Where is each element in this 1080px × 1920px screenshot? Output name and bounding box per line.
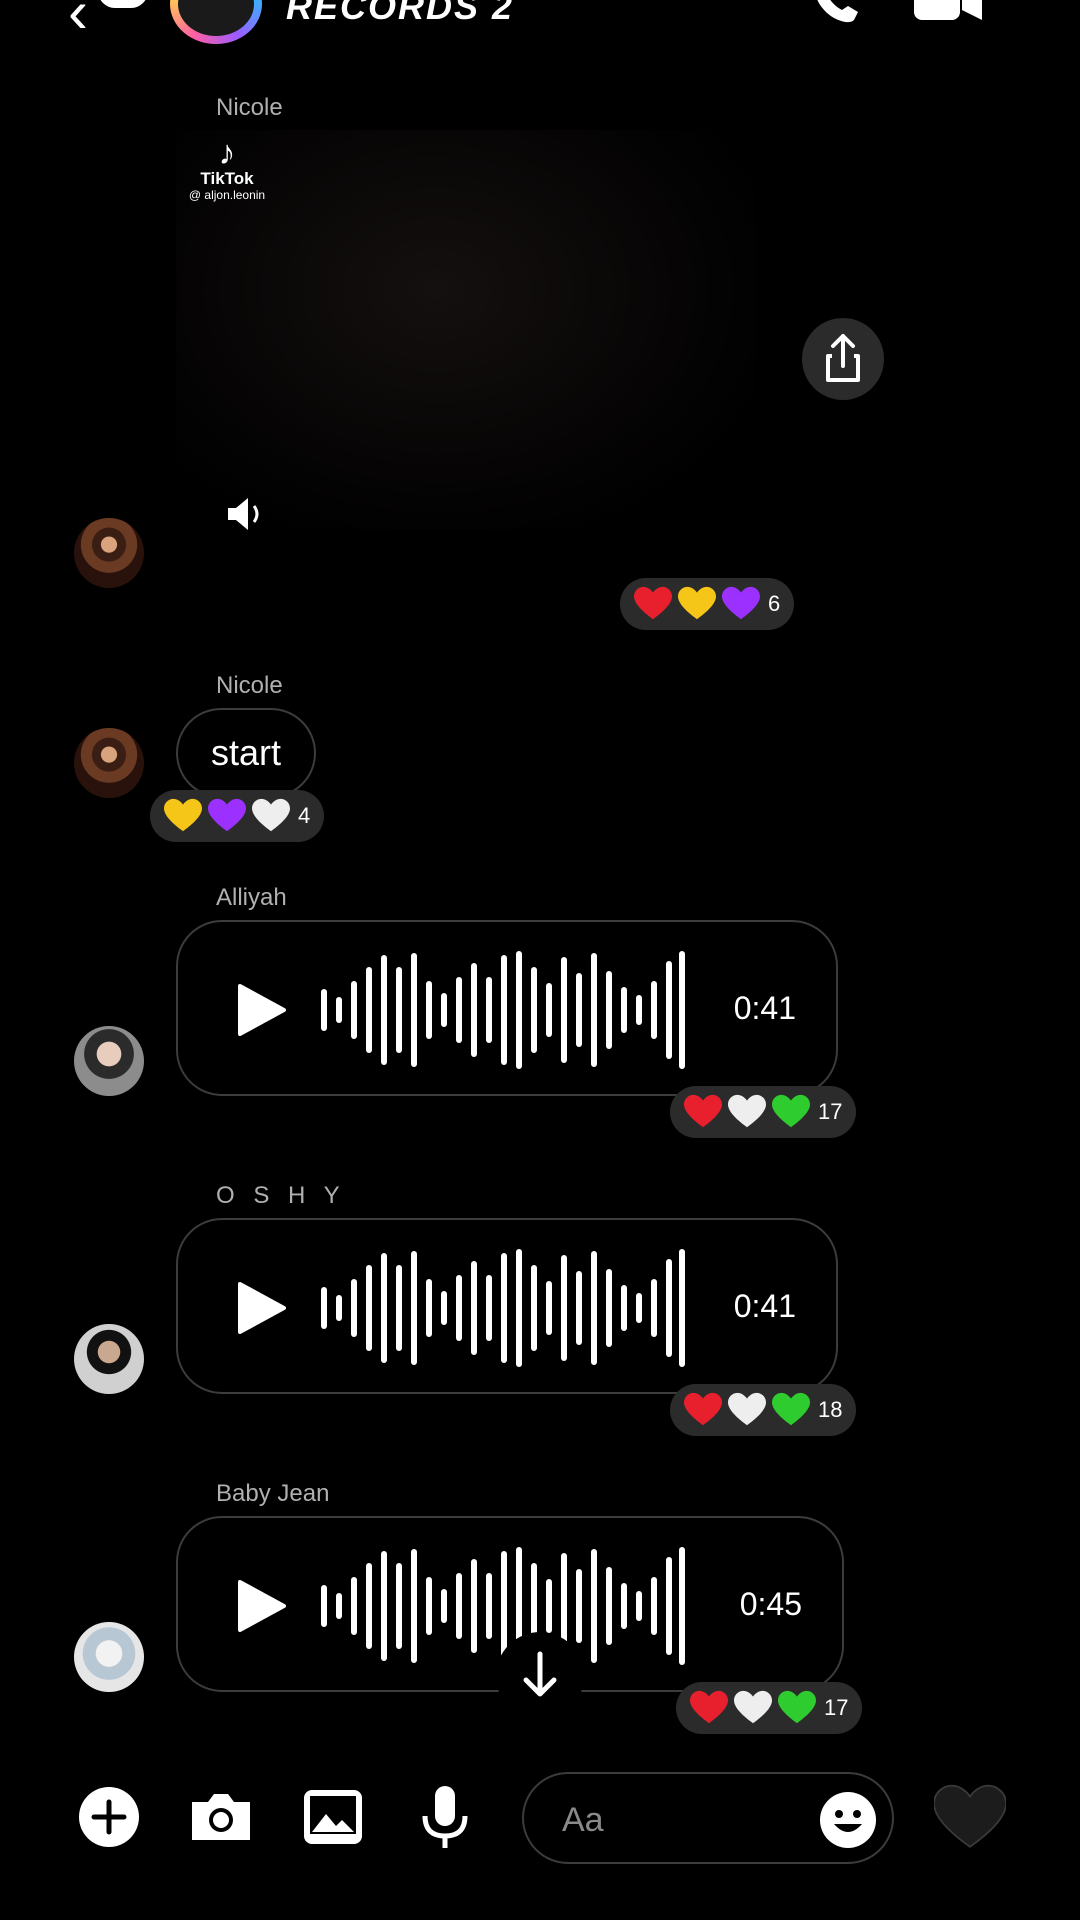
message-composer[interactable] <box>522 1772 894 1864</box>
sender-name: Alliyah <box>216 884 287 911</box>
microphone-icon <box>422 1786 468 1848</box>
sender-name: O S H Y <box>216 1182 346 1209</box>
heart-icon <box>933 1784 1007 1848</box>
waveform <box>321 951 685 1069</box>
green-heart-icon <box>778 1690 816 1724</box>
share-icon <box>826 334 860 382</box>
voice-duration: 0:41 <box>733 1288 796 1324</box>
phone-icon[interactable] <box>808 0 864 26</box>
message-input[interactable] <box>560 1794 804 1846</box>
yellow-heart-icon <box>164 798 202 832</box>
image-icon <box>304 1790 362 1844</box>
video-camera-icon[interactable] <box>912 0 984 24</box>
arrow-down-icon <box>523 1651 557 1697</box>
red-heart-icon <box>684 1094 722 1128</box>
purple-heart-icon <box>722 586 760 620</box>
play-icon[interactable] <box>232 1580 290 1632</box>
reaction-count: 6 <box>768 591 781 616</box>
sender-name: Nicole <box>216 672 283 699</box>
back-button[interactable]: ‹ 13 <box>60 0 150 42</box>
avatar[interactable] <box>74 518 144 588</box>
text-message[interactable]: start <box>176 708 316 798</box>
tiktok-label: TikTok <box>200 169 254 188</box>
reaction-count: 17 <box>824 1695 849 1720</box>
reaction-pill[interactable]: 6 <box>620 578 795 630</box>
green-heart-icon <box>772 1094 810 1128</box>
plus-icon <box>79 1787 139 1847</box>
camera-icon <box>192 1794 250 1840</box>
avatar[interactable] <box>74 1622 144 1692</box>
tiktok-handle: @ aljon.leonin <box>188 188 266 202</box>
avatar[interactable] <box>74 728 144 798</box>
reaction-count: 17 <box>818 1099 843 1124</box>
unread-badge: 13 <box>98 0 148 8</box>
avatar[interactable] <box>74 1026 144 1096</box>
red-heart-icon <box>634 586 672 620</box>
white-heart-icon <box>734 1690 772 1724</box>
chat-header: ‹ 13 RECORDS 2 <box>0 0 1080 44</box>
red-heart-icon <box>690 1690 728 1724</box>
heart-button[interactable] <box>933 1782 1007 1854</box>
reaction-pill[interactable]: 17 <box>676 1682 863 1734</box>
sender-name: Nicole <box>216 94 283 121</box>
reaction-pill[interactable]: 4 <box>150 790 325 842</box>
tiktok-logo-icon: ♪ <box>218 134 236 172</box>
yellow-heart-icon <box>678 586 716 620</box>
tiktok-watermark: ♪ TikTok @ aljon.leonin <box>182 136 272 202</box>
plus-button[interactable] <box>74 1782 144 1852</box>
sender-name: Baby Jean <box>216 1480 330 1507</box>
scroll-to-bottom-button[interactable] <box>496 1632 584 1720</box>
avatar[interactable] <box>74 1324 144 1394</box>
voice-message[interactable]: 0:41 <box>176 1218 838 1394</box>
green-heart-icon <box>772 1392 810 1426</box>
gallery-button[interactable] <box>298 1782 368 1852</box>
reaction-count: 18 <box>818 1397 843 1422</box>
white-heart-icon <box>728 1392 766 1426</box>
chevron-left-icon: ‹ <box>68 0 88 45</box>
emoji-icon[interactable] <box>818 1790 878 1850</box>
reaction-count: 4 <box>298 803 311 828</box>
microphone-button[interactable] <box>410 1782 480 1852</box>
share-button[interactable] <box>802 318 884 400</box>
play-icon[interactable] <box>232 984 290 1036</box>
group-name[interactable]: RECORDS 2 <box>286 0 514 28</box>
reaction-pill[interactable]: 18 <box>670 1384 857 1436</box>
white-heart-icon <box>728 1094 766 1128</box>
play-icon[interactable] <box>232 1282 290 1334</box>
voice-duration: 0:45 <box>739 1586 802 1622</box>
white-heart-icon <box>252 798 290 832</box>
group-avatar[interactable] <box>170 0 262 44</box>
reaction-pill[interactable]: 17 <box>670 1086 857 1138</box>
speaker-icon[interactable] <box>224 494 270 534</box>
purple-heart-icon <box>208 798 246 832</box>
waveform <box>321 1249 685 1367</box>
camera-button[interactable] <box>186 1782 256 1852</box>
voice-duration: 0:41 <box>733 990 796 1026</box>
voice-message[interactable]: 0:41 <box>176 920 838 1096</box>
red-heart-icon <box>684 1392 722 1426</box>
